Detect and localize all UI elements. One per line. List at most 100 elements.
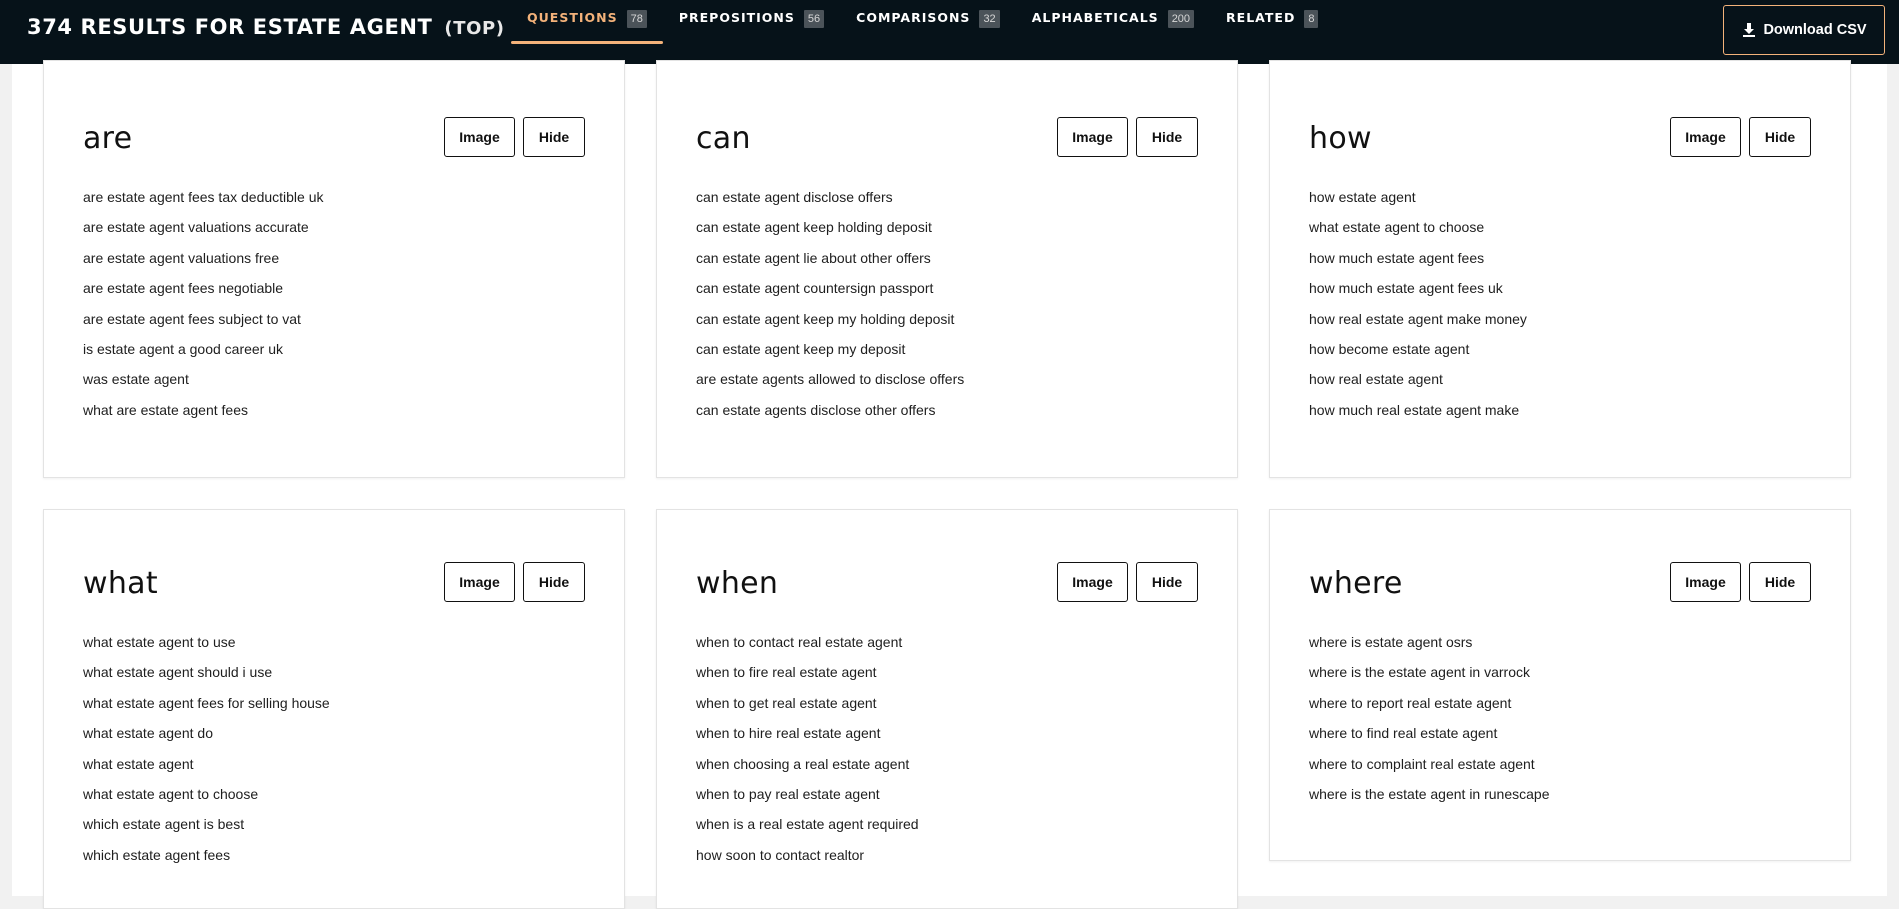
hide-button[interactable]: Hide (1749, 117, 1811, 157)
tab-label: PREPOSITIONS (678, 10, 795, 25)
list-item[interactable]: what estate agent to use (83, 627, 330, 657)
list-item[interactable]: how become estate agent (1309, 334, 1527, 364)
results-title-text: 374 RESULTS FOR ESTATE AGENT (27, 15, 433, 39)
list-item[interactable]: are estate agent fees subject to vat (83, 304, 324, 334)
card-header: when Image Hide (696, 556, 1198, 616)
tab-label: QUESTIONS (527, 10, 618, 25)
list-item[interactable]: are estate agent fees tax deductible uk (83, 182, 324, 212)
list-item[interactable]: can estate agents disclose other offers (696, 395, 964, 425)
question-card-where: where Image Hide where is estate agent o… (1269, 509, 1851, 861)
list-item[interactable]: when to hire real estate agent (696, 718, 919, 748)
list-item[interactable]: what are estate agent fees (83, 395, 324, 425)
image-button[interactable]: Image (444, 562, 515, 602)
image-button[interactable]: Image (1057, 117, 1128, 157)
list-item[interactable]: what estate agent to choose (83, 779, 330, 809)
tab-related[interactable]: RELATED 8 (1210, 0, 1334, 44)
list-item[interactable]: which estate agent is best (83, 809, 330, 839)
list-item[interactable]: is estate agent a good career uk (83, 334, 324, 364)
hide-button[interactable]: Hide (1136, 117, 1198, 157)
list-item[interactable]: can estate agent keep holding deposit (696, 212, 964, 242)
question-card-how: how Image Hide how estate agent what est… (1269, 60, 1851, 478)
card-header: how Image Hide (1309, 111, 1811, 171)
download-csv-label: Download CSV (1763, 22, 1867, 38)
hide-button[interactable]: Hide (1136, 562, 1198, 602)
tab-count-badge: 32 (979, 10, 1000, 28)
list-item[interactable]: can estate agent disclose offers (696, 182, 964, 212)
suggestion-list: what estate agent to use what estate age… (83, 627, 330, 870)
card-title: where (1309, 566, 1403, 601)
image-button[interactable]: Image (1670, 562, 1741, 602)
list-item[interactable]: how much real estate agent make (1309, 395, 1527, 425)
tab-count-badge: 200 (1167, 10, 1195, 28)
list-item[interactable]: are estate agent valuations free (83, 243, 324, 273)
results-mode: (TOP) (444, 18, 505, 39)
hide-button[interactable]: Hide (1749, 562, 1811, 602)
list-item[interactable]: when choosing a real estate agent (696, 749, 919, 779)
list-item[interactable]: how soon to contact realtor (696, 840, 919, 870)
hide-button[interactable]: Hide (523, 117, 585, 157)
list-item[interactable]: when to pay real estate agent (696, 779, 919, 809)
list-item[interactable]: when is a real estate agent required (696, 809, 919, 839)
tab-alphabeticals[interactable]: ALPHABETICALS 200 (1016, 0, 1210, 44)
list-item[interactable]: when to fire real estate agent (696, 657, 919, 687)
list-item[interactable]: are estate agent valuations accurate (83, 212, 324, 242)
card-header: are Image Hide (83, 111, 585, 171)
card-title: how (1309, 121, 1372, 156)
list-item[interactable]: can estate agent keep my holding deposit (696, 304, 964, 334)
tab-label: ALPHABETICALS (1031, 10, 1159, 25)
list-item[interactable]: how much estate agent fees (1309, 243, 1527, 273)
list-item[interactable]: can estate agent lie about other offers (696, 243, 964, 273)
image-button[interactable]: Image (444, 117, 515, 157)
list-item[interactable]: where to find real estate agent (1309, 718, 1550, 748)
list-item[interactable]: when to contact real estate agent (696, 627, 919, 657)
tab-count-badge: 8 (1304, 10, 1319, 28)
list-item[interactable]: where to report real estate agent (1309, 688, 1550, 718)
download-csv-button[interactable]: Download CSV (1723, 5, 1885, 55)
list-item[interactable]: was estate agent (83, 364, 324, 394)
list-item[interactable]: where is the estate agent in runescape (1309, 779, 1550, 809)
suggestion-list: when to contact real estate agent when t… (696, 627, 919, 870)
list-item[interactable]: are estate agent fees negotiable (83, 273, 324, 303)
image-button[interactable]: Image (1057, 562, 1128, 602)
tab-count-badge: 78 (626, 10, 647, 28)
list-item[interactable]: how much estate agent fees uk (1309, 273, 1527, 303)
category-tabs: QUESTIONS 78 PREPOSITIONS 56 COMPARISONS… (511, 0, 1334, 64)
tab-prepositions[interactable]: PREPOSITIONS 56 (663, 0, 840, 44)
list-item[interactable]: can estate agent keep my deposit (696, 334, 964, 364)
card-header: where Image Hide (1309, 556, 1811, 616)
list-item[interactable]: where to complaint real estate agent (1309, 749, 1550, 779)
list-item[interactable]: when to get real estate agent (696, 688, 919, 718)
question-card-when: when Image Hide when to contact real est… (656, 509, 1238, 909)
list-item[interactable]: can estate agent countersign passport (696, 273, 964, 303)
list-item[interactable]: what estate agent should i use (83, 657, 330, 687)
list-item[interactable]: are estate agents allowed to disclose of… (696, 364, 964, 394)
tab-questions[interactable]: QUESTIONS 78 (511, 0, 663, 44)
question-card-can: can Image Hide can estate agent disclose… (656, 60, 1238, 478)
suggestion-list: are estate agent fees tax deductible uk … (83, 182, 324, 425)
card-actions: Image Hide (1057, 117, 1198, 157)
list-item[interactable]: what estate agent fees for selling house (83, 688, 330, 718)
results-title: 374 RESULTS FOR ESTATE AGENT (TOP) (27, 15, 505, 39)
list-item[interactable]: how real estate agent (1309, 364, 1527, 394)
hide-button[interactable]: Hide (523, 562, 585, 602)
list-item[interactable]: what estate agent do (83, 718, 330, 748)
tab-comparisons[interactable]: COMPARISONS 32 (840, 0, 1016, 44)
list-item[interactable]: where is estate agent osrs (1309, 627, 1550, 657)
list-item[interactable]: what estate agent (83, 749, 330, 779)
list-item[interactable]: what estate agent to choose (1309, 212, 1527, 242)
question-card-what: what Image Hide what estate agent to use… (43, 509, 625, 909)
list-item[interactable]: where is the estate agent in varrock (1309, 657, 1550, 687)
tab-label: RELATED (1226, 10, 1296, 25)
question-card-are: are Image Hide are estate agent fees tax… (43, 60, 625, 478)
top-bar: 374 RESULTS FOR ESTATE AGENT (TOP) QUEST… (0, 0, 1899, 64)
card-actions: Image Hide (1670, 117, 1811, 157)
tab-label: COMPARISONS (856, 10, 971, 25)
image-button[interactable]: Image (1670, 117, 1741, 157)
suggestion-list: where is estate agent osrs where is the … (1309, 627, 1550, 809)
list-item[interactable]: how real estate agent make money (1309, 304, 1527, 334)
card-header: what Image Hide (83, 556, 585, 616)
list-item[interactable]: which estate agent fees (83, 840, 330, 870)
list-item[interactable]: how estate agent (1309, 182, 1527, 212)
suggestion-list: can estate agent disclose offers can est… (696, 182, 964, 425)
card-title: are (83, 121, 133, 156)
